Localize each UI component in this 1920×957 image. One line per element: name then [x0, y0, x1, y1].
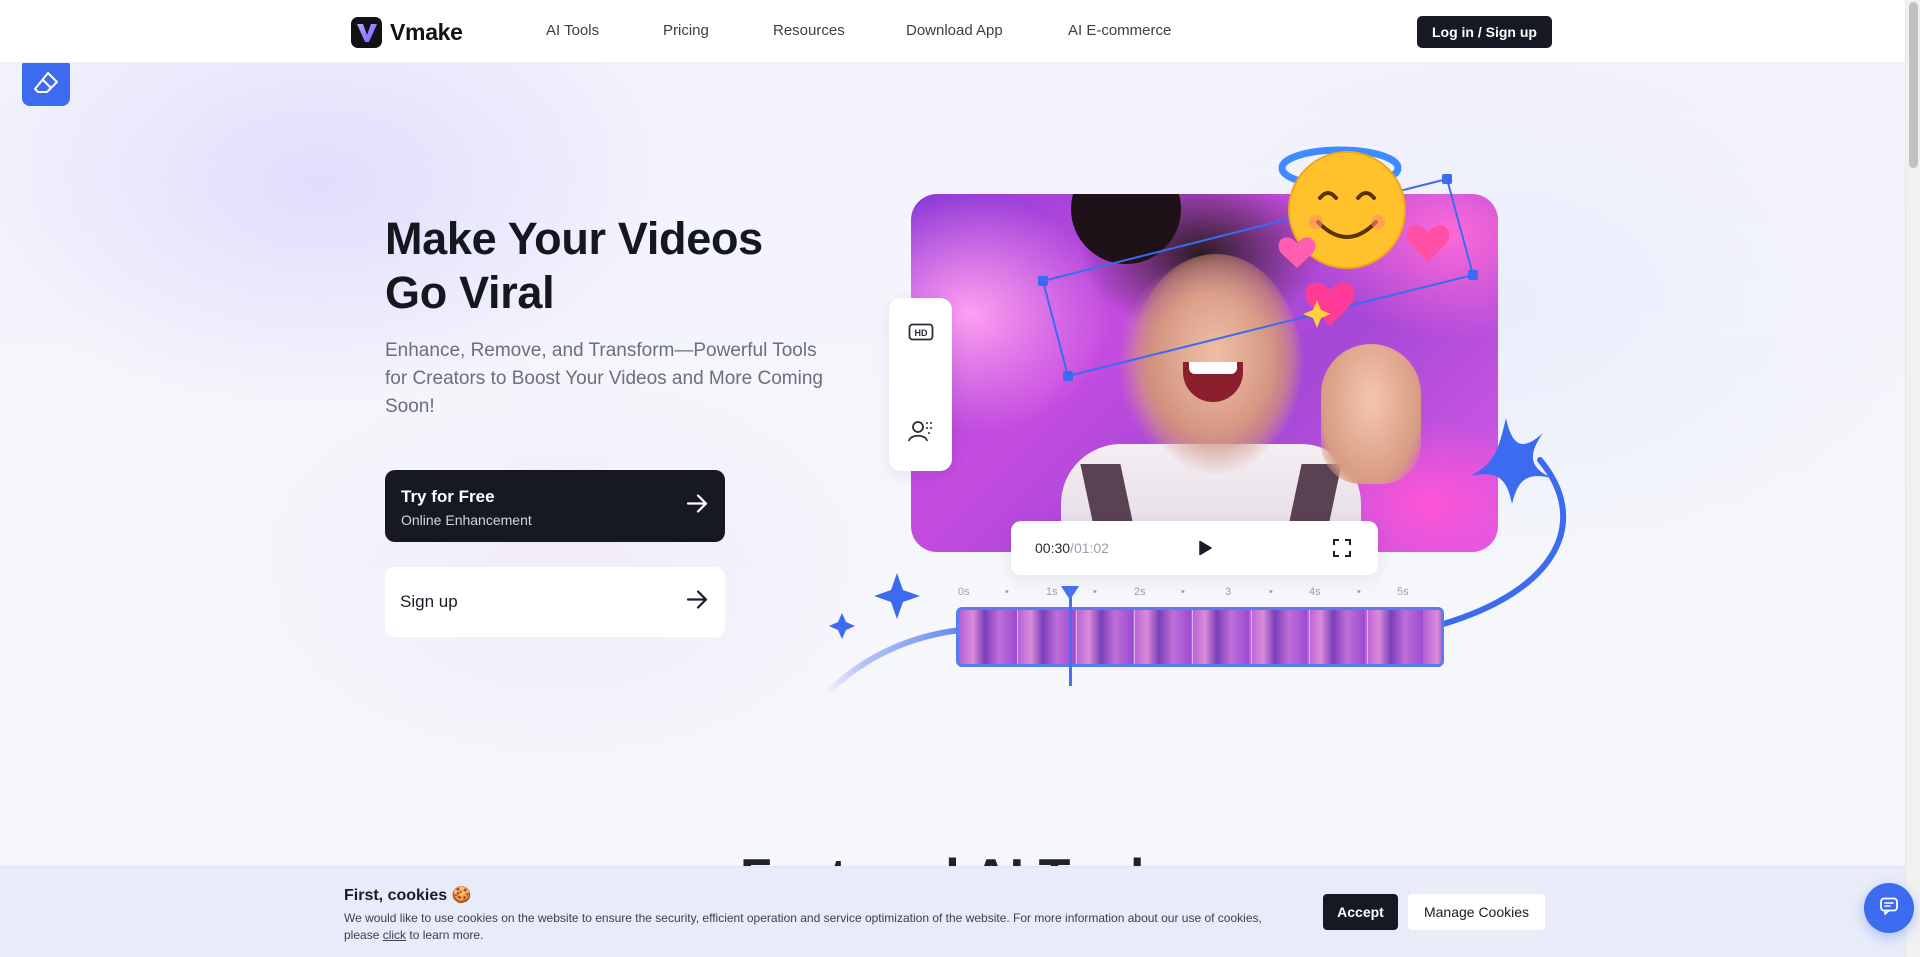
- playhead-handle[interactable]: [1061, 586, 1079, 600]
- login-signup-button[interactable]: Log in / Sign up: [1417, 16, 1552, 48]
- sign-up-button[interactable]: Sign up: [385, 567, 725, 637]
- cookie-learn-more-link[interactable]: click: [383, 928, 406, 942]
- timeline-label: 5s: [1397, 586, 1409, 598]
- play-icon[interactable]: [1197, 540, 1213, 561]
- video-player-controls: 00:30/01:02: [1011, 521, 1378, 575]
- chat-support-button[interactable]: [1864, 883, 1914, 933]
- video-filmstrip[interactable]: [956, 607, 1444, 667]
- cookie-title: First, cookies 🍪: [344, 887, 472, 904]
- hd-icon[interactable]: HD: [889, 322, 952, 342]
- arrow-right-icon: [685, 492, 709, 521]
- timeline-tick: •: [1005, 586, 1009, 598]
- try-for-free-button[interactable]: Try for Free Online Enhancement: [385, 470, 725, 542]
- site-header: Vmake AI Tools Pricing Resources Downloa…: [0, 0, 1905, 63]
- eraser-icon[interactable]: [22, 58, 70, 106]
- avatar-swap-icon[interactable]: [889, 418, 952, 444]
- hero-title: Make Your Videos Go Viral: [385, 212, 845, 320]
- timeline-label: 2s: [1134, 586, 1146, 598]
- brand-name: Vmake: [390, 19, 463, 45]
- nav-ai-ecommerce[interactable]: AI E-commerce: [1068, 22, 1171, 39]
- timeline-playhead[interactable]: [1069, 586, 1072, 686]
- nav-ai-tools[interactable]: AI Tools: [546, 22, 599, 39]
- total-time: 01:02: [1073, 540, 1109, 556]
- brand-logo[interactable]: Vmake: [351, 17, 463, 48]
- cta-primary-title: Try for Free: [401, 487, 495, 506]
- timeline-label: 0s: [958, 586, 970, 598]
- nav-pricing[interactable]: Pricing: [663, 22, 709, 39]
- svg-text:HD: HD: [914, 328, 927, 338]
- hero-title-line1: Make Your Videos: [385, 213, 763, 264]
- timeline-tick: •: [1357, 586, 1361, 598]
- cookie-banner: First, cookies 🍪 We would like to use co…: [0, 866, 1905, 957]
- cookie-text: We would like to use cookies on the webs…: [344, 910, 1284, 944]
- tool-panel: HD: [889, 298, 952, 471]
- fullscreen-icon[interactable]: [1333, 539, 1351, 562]
- playback-time: 00:30/01:02: [1035, 540, 1109, 556]
- page-scrollbar[interactable]: [1905, 0, 1920, 957]
- hero-video-preview: [911, 194, 1498, 552]
- timeline-tick: •: [1269, 586, 1273, 598]
- timeline-tick: •: [1093, 586, 1097, 598]
- scrollbar-thumb[interactable]: [1909, 2, 1918, 168]
- timeline-ruler: 0s • 1s • 2s • 3 • 4s • 5s: [955, 586, 1455, 600]
- nav-resources[interactable]: Resources: [773, 22, 845, 39]
- timeline-tick: •: [1181, 586, 1185, 598]
- timeline-label: 1s: [1046, 586, 1058, 598]
- arrow-right-icon: [685, 588, 709, 617]
- hero-title-line2: Go Viral: [385, 267, 555, 318]
- cta-primary-subtitle: Online Enhancement: [401, 512, 532, 528]
- current-time: 00:30: [1035, 540, 1071, 556]
- manage-cookies-button[interactable]: Manage Cookies: [1408, 894, 1545, 930]
- hero-subtitle: Enhance, Remove, and Transform—Powerful …: [385, 340, 823, 417]
- timeline-label: 3: [1225, 586, 1232, 598]
- cookie-text-end: to learn more.: [406, 928, 484, 942]
- nav-download-app[interactable]: Download App: [906, 22, 1003, 39]
- chat-icon: [1879, 896, 1899, 921]
- timeline-label: 4s: [1309, 586, 1321, 598]
- vmake-logo-icon: [351, 17, 382, 48]
- cta-secondary-label: Sign up: [400, 592, 458, 611]
- accept-cookies-button[interactable]: Accept: [1323, 894, 1398, 930]
